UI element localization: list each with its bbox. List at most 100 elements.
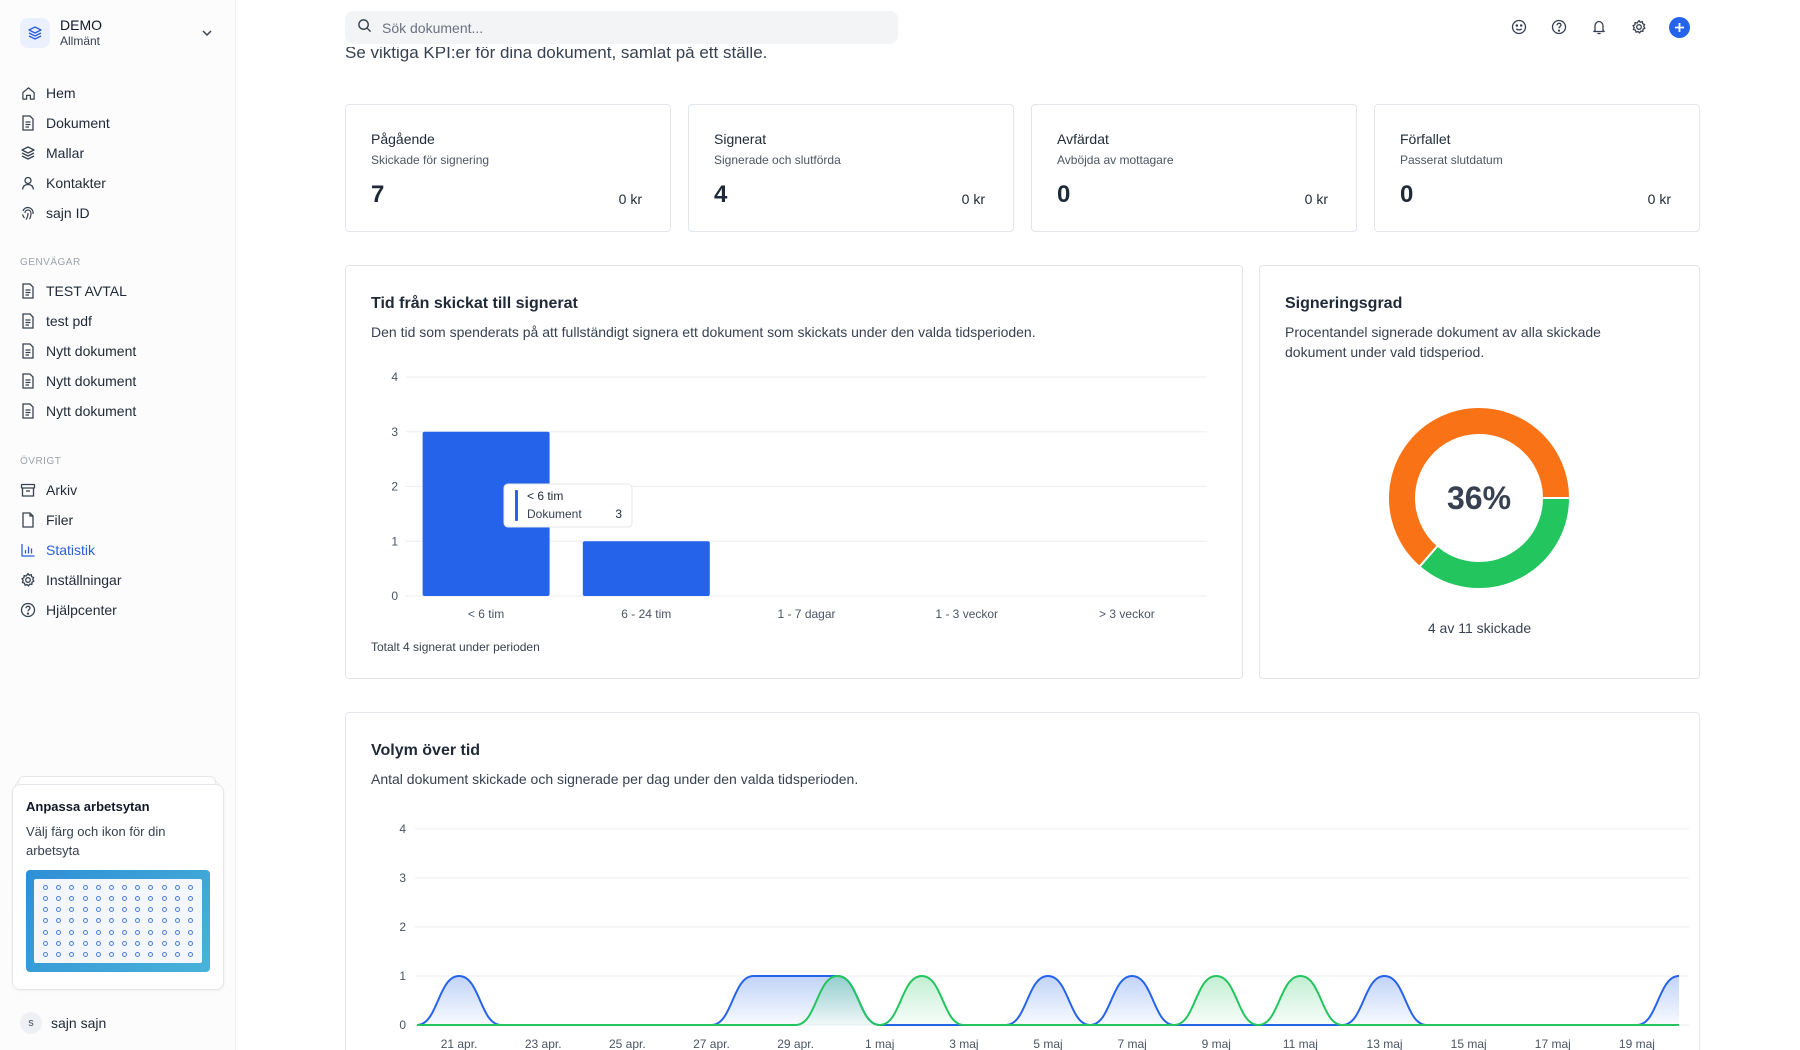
grid-icon <box>148 951 154 957</box>
grid-icon <box>56 907 62 913</box>
grid-icon <box>108 907 114 913</box>
sidebar-item-label: Hjälpcenter <box>46 602 117 618</box>
grid-icon <box>95 907 101 913</box>
grid-icon <box>148 896 154 902</box>
grid-icon <box>135 885 141 891</box>
gear-icon <box>20 572 36 588</box>
series-area <box>417 976 1679 1025</box>
document-icon <box>20 115 36 131</box>
search-input[interactable] <box>382 19 862 36</box>
x-tick-label: 21 apr. <box>441 1037 478 1050</box>
grid-icon <box>174 929 180 935</box>
grid-icon <box>43 951 49 957</box>
sidebar-item-hjalpcenter[interactable]: Hjälpcenter <box>12 595 224 625</box>
time-bar-chart: 0 1 2 3 4 < 6 tim 6 - 24 tim 1 - 7 dagar 1 - 3 v… <box>391 370 1207 621</box>
x-tick-label: > 3 veckor <box>1099 607 1155 621</box>
grid-icon <box>161 907 167 913</box>
grid-icon <box>174 951 180 957</box>
time-to-sign-panel: Tid från skickat till signerat Den tid s… <box>345 265 1243 679</box>
bell-icon[interactable] <box>1588 16 1610 38</box>
sidebar-item-kontakter[interactable]: Kontakter <box>12 168 224 198</box>
shortcut-label: TEST AVTAL <box>46 283 127 299</box>
grid-icon <box>95 929 101 935</box>
sidebar-item-label: Kontakter <box>46 175 106 191</box>
help-icon[interactable] <box>1548 16 1570 38</box>
tooltip-value: 3 <box>615 507 622 521</box>
search-bar[interactable] <box>345 11 898 44</box>
shortcut-label: Nytt dokument <box>46 343 137 359</box>
sidebar-item-label: Arkiv <box>46 482 78 498</box>
shortcut-label: test pdf <box>46 313 92 329</box>
y-tick-label: 3 <box>391 425 398 439</box>
create-button[interactable] <box>1668 16 1690 38</box>
sidebar: DEMO Allmänt Hem Dokument Mallar Kontakt… <box>0 0 236 1050</box>
gear-icon[interactable] <box>1628 16 1650 38</box>
x-tick-label: 23 apr. <box>525 1037 562 1050</box>
sidebar-item-label: Hem <box>46 85 76 101</box>
y-tick-label: 4 <box>399 822 406 836</box>
time-panel-footer: Totalt 4 signerat under perioden <box>371 640 540 654</box>
shortcut-label: Nytt dokument <box>46 373 137 389</box>
grid-icon <box>56 951 62 957</box>
archive-icon <box>20 482 36 498</box>
volume-over-time-panel: Volym över tid Antal dokument skickade o… <box>345 712 1700 1050</box>
grid-icon <box>108 918 114 924</box>
document-icon <box>20 373 36 389</box>
kpi-subtitle: Avböjda av mottagare <box>1057 153 1174 167</box>
sidebar-item-dokument[interactable]: Dokument <box>12 108 224 138</box>
document-icon <box>20 403 36 419</box>
grid-icon <box>122 896 128 902</box>
sidebar-item-sajn-id[interactable]: sajn ID <box>12 198 224 228</box>
grid-icon <box>69 918 75 924</box>
grid-icon <box>82 907 88 913</box>
grid-icon <box>135 951 141 957</box>
user-menu[interactable]: s sajn sajn <box>20 1012 106 1034</box>
sidebar-item-label: Inställningar <box>46 572 122 588</box>
grid-icon <box>56 896 62 902</box>
y-tick-label: 1 <box>399 969 406 983</box>
sidebar-item-statistik[interactable]: Statistik <box>12 535 224 565</box>
sidebar-item-filer[interactable]: Filer <box>12 505 224 535</box>
kpi-value: 0 <box>1400 181 1414 208</box>
shortcut-item[interactable]: Nytt dokument <box>12 366 224 396</box>
user-icon <box>20 175 36 191</box>
x-tick-label: 3 maj <box>949 1037 978 1050</box>
grid-icon <box>95 885 101 891</box>
customize-workspace-card[interactable]: Anpassa arbetsytan Välj färg och ikon fö… <box>12 784 224 990</box>
shortcut-item[interactable]: Nytt dokument <box>12 396 224 426</box>
grid-icon <box>56 885 62 891</box>
org-switcher[interactable]: DEMO Allmänt <box>20 14 220 52</box>
kpi-title: Signerat <box>714 131 767 147</box>
donut-center-label: 36% <box>1447 480 1511 516</box>
shortcut-item[interactable]: Nytt dokument <box>12 336 224 366</box>
bar-chart-icon <box>20 542 36 558</box>
shortcut-item[interactable]: test pdf <box>12 306 224 336</box>
sidebar-item-label: Mallar <box>46 145 85 161</box>
grid-icon <box>82 940 88 946</box>
x-tick-label: 6 - 24 tim <box>621 607 671 621</box>
x-tick-label: 25 apr. <box>609 1037 646 1050</box>
sidebar-item-label: Filer <box>46 512 74 528</box>
sidebar-item-mallar[interactable]: Mallar <box>12 138 224 168</box>
kpi-card-pagaende: Pågående Skickade för signering 7 0 kr <box>345 104 671 232</box>
sidebar-item-installningar[interactable]: Inställningar <box>12 565 224 595</box>
shortcut-item[interactable]: TEST AVTAL <box>12 276 224 306</box>
x-tick-label: 29 apr. <box>777 1037 814 1050</box>
y-tick-label: 3 <box>399 871 406 885</box>
grid-icon <box>108 940 114 946</box>
sidebar-item-hem[interactable]: Hem <box>12 78 224 108</box>
grid-icon <box>95 896 101 902</box>
kpi-card-signerat: Signerat Signerade och slutförda 4 0 kr <box>688 104 1014 232</box>
icon-grid <box>34 879 202 963</box>
smiley-icon[interactable] <box>1508 16 1530 38</box>
grid-icon <box>187 940 193 946</box>
grid-icon <box>148 907 154 913</box>
section-label-other: ÖVRIGT <box>20 456 62 467</box>
x-tick-label: 1 maj <box>865 1037 894 1050</box>
grid-icon <box>187 918 193 924</box>
x-tick-label: 19 maj <box>1619 1037 1655 1050</box>
org-workspace: Allmänt <box>60 34 101 48</box>
grid-icon <box>187 907 193 913</box>
document-icon <box>20 313 36 329</box>
sidebar-item-arkiv[interactable]: Arkiv <box>12 475 224 505</box>
